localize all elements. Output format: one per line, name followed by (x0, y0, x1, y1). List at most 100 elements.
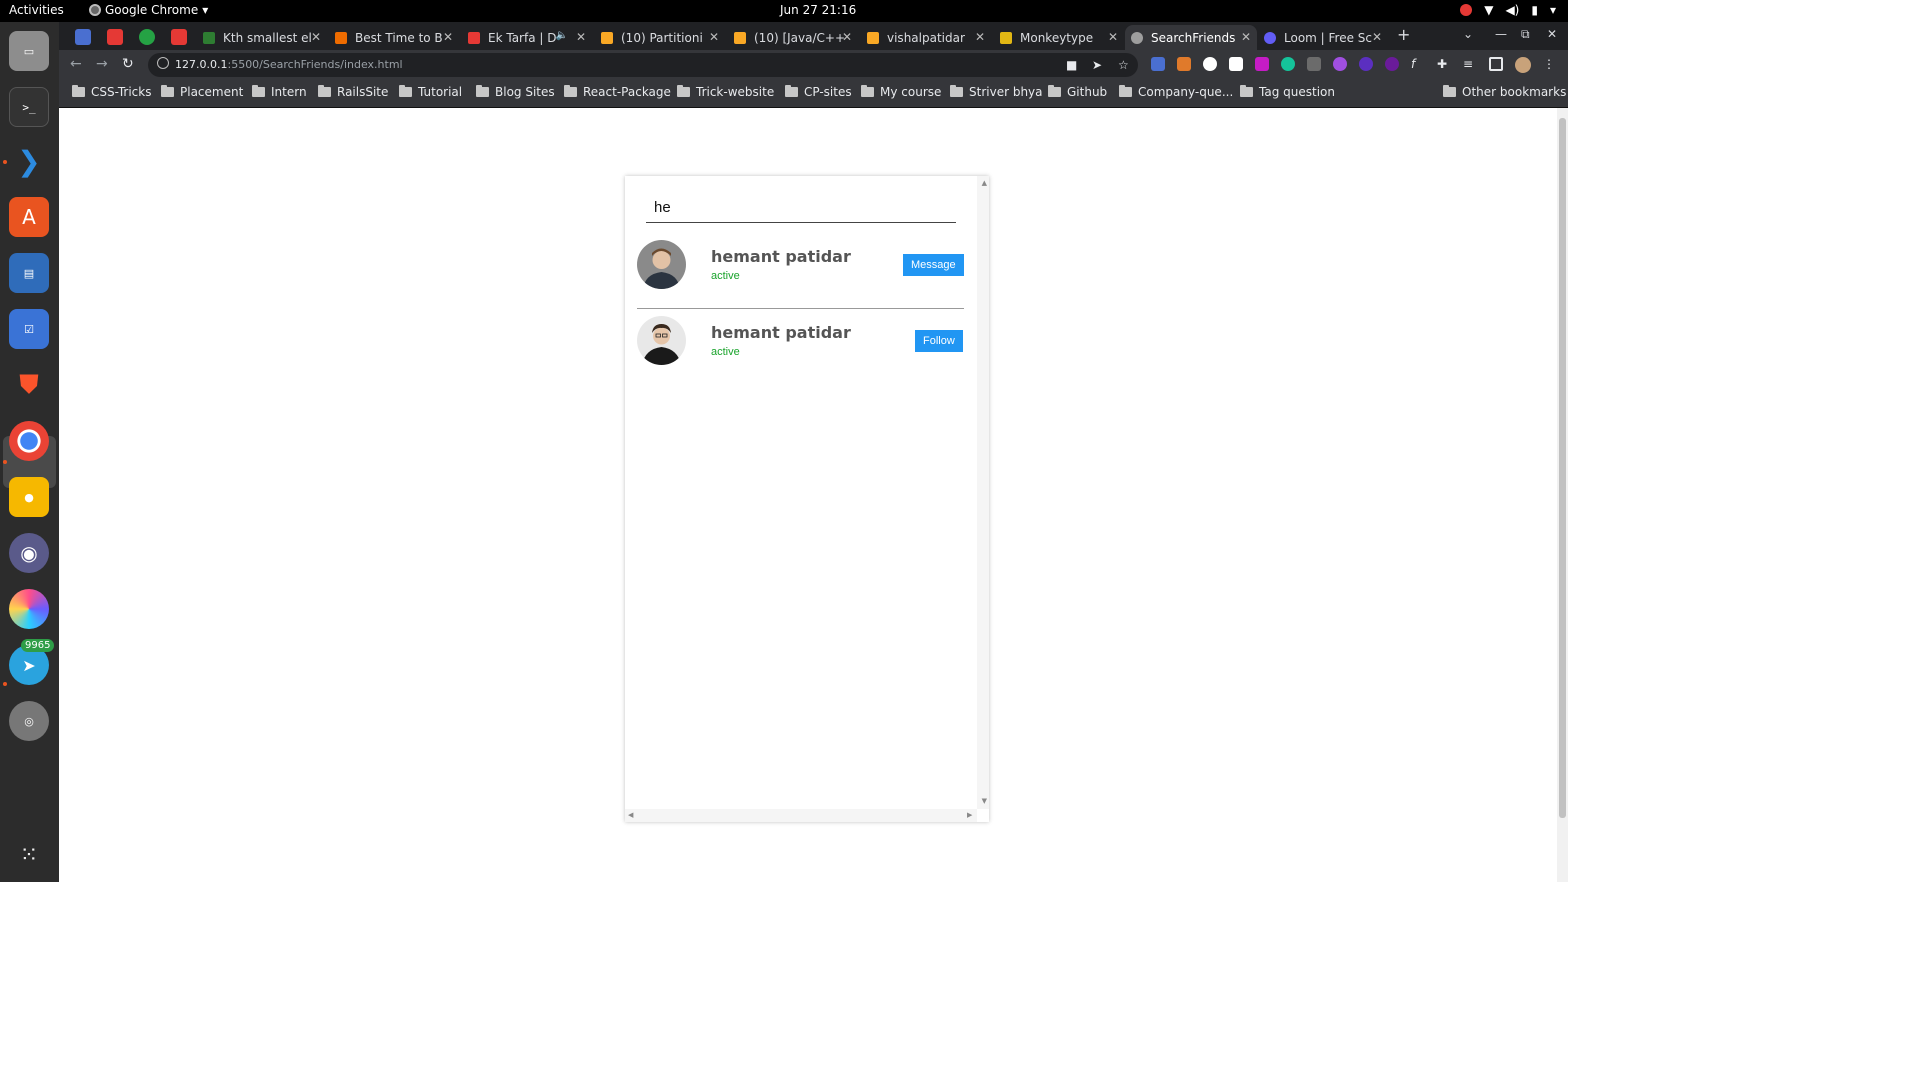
activities-button[interactable]: Activities (9, 3, 64, 17)
tab-java-cpp[interactable]: (10) [Java/C++ ✕ (728, 25, 858, 50)
new-tab-plus-icon[interactable]: + (1397, 25, 1410, 44)
other-bookmarks[interactable]: Other bookmarks (1443, 85, 1566, 99)
bookmark-blog-sites[interactable]: Blog Sites (476, 85, 555, 99)
page-scrollbar[interactable] (1557, 108, 1568, 882)
app-menu[interactable]: Google Chrome ▾ (89, 3, 208, 17)
search-input[interactable] (646, 192, 956, 223)
card-vertical-scrollbar[interactable] (977, 176, 989, 809)
close-icon[interactable]: ✕ (1372, 30, 1382, 44)
purple-extension-icon[interactable] (1359, 57, 1373, 71)
bookmark-css-tricks[interactable]: CSS-Tricks (72, 85, 151, 99)
url-text[interactable]: 127.0.0.1:5500/SearchFriends/index.html (175, 58, 403, 71)
extensions-puzzle-icon[interactable]: ✚ (1437, 57, 1451, 71)
minimize-icon[interactable]: — (1495, 27, 1507, 41)
system-tray[interactable]: ▼ ◀) ▮ ▾ (1460, 3, 1556, 17)
wappalyzer-extension-icon[interactable] (1203, 57, 1217, 71)
chrome-icon[interactable] (9, 421, 49, 461)
show-apps-grid-icon[interactable]: ⁙ (9, 835, 49, 875)
address-bar[interactable]: 127.0.0.1:5500/SearchFriends/index.html … (148, 53, 1138, 77)
tab-search-chevron-icon[interactable]: ⌄ (1463, 27, 1473, 41)
profile-avatar[interactable] (1515, 57, 1531, 73)
restore-icon[interactable]: ⧉ (1521, 27, 1530, 42)
grammarly-extension-icon[interactable] (1281, 57, 1295, 71)
metamask-extension-icon[interactable] (1177, 57, 1191, 71)
close-icon[interactable]: ✕ (1241, 30, 1251, 44)
kebab-menu-icon[interactable]: ⋮ (1543, 57, 1557, 71)
clock[interactable]: Jun 27 21:16 (780, 3, 856, 17)
scroll-left-icon[interactable]: ◀ (628, 811, 633, 819)
bookmark-tutorial[interactable]: Tutorial (399, 85, 462, 99)
bookmark-intern[interactable]: Intern (252, 85, 307, 99)
close-icon[interactable]: ✕ (709, 30, 719, 44)
bookmark-trick-website[interactable]: Trick-website (677, 85, 774, 99)
close-window-icon[interactable]: ✕ (1547, 27, 1557, 41)
message-button[interactable]: Message (903, 254, 964, 276)
bookmark-company-questions[interactable]: Company-que... (1119, 85, 1233, 99)
files-icon[interactable]: ▭ (9, 31, 49, 71)
tasks-icon[interactable]: ☑ (9, 309, 49, 349)
bookmark-tag-question[interactable]: Tag question (1240, 85, 1335, 99)
tab-kth-smallest[interactable]: Kth smallest el ✕ (197, 25, 327, 50)
wifi-icon[interactable]: ▼ (1484, 3, 1493, 17)
bookmark-my-course[interactable]: My course (861, 85, 941, 99)
send-tab-icon[interactable]: ➤ (1092, 58, 1102, 72)
vscode-icon[interactable]: ❯ (9, 141, 49, 181)
battery-icon[interactable]: ▮ (1531, 3, 1538, 17)
bookmark-railssite[interactable]: RailsSite (318, 85, 388, 99)
notes-icon[interactable]: ● (9, 477, 49, 517)
tab-vishalpatidar[interactable]: vishalpatidar ✕ (861, 25, 991, 50)
github-icon[interactable]: ◉ (9, 533, 49, 573)
t-extension-icon[interactable] (1255, 57, 1269, 71)
close-icon[interactable]: ✕ (842, 30, 852, 44)
scrollbar-thumb[interactable] (1559, 118, 1566, 818)
screenshot-extension-icon[interactable] (1307, 57, 1321, 71)
bookmark-placement[interactable]: Placement (161, 85, 243, 99)
back-arrow-icon[interactable]: ← (70, 56, 82, 72)
terminal-icon[interactable]: >_ (9, 87, 49, 127)
bookmark-github[interactable]: Github (1048, 85, 1107, 99)
brave-icon[interactable]: ⛊ (9, 365, 49, 405)
b-extension-icon[interactable] (1229, 57, 1243, 71)
tab-partition[interactable]: (10) Partitioni ✕ (595, 25, 725, 50)
youtube-pinned-tab-icon[interactable] (171, 29, 187, 45)
notification-icon[interactable] (1460, 4, 1473, 16)
side-panel-icon[interactable] (1489, 57, 1503, 71)
scroll-up-icon[interactable]: ▲ (982, 179, 987, 187)
software-store-icon[interactable]: A (9, 197, 49, 237)
camera-blocked-icon[interactable]: ■ (1066, 58, 1077, 72)
close-icon[interactable]: ✕ (1108, 30, 1118, 44)
site-info-icon[interactable] (157, 57, 169, 69)
reading-list-icon[interactable]: ≡ (1463, 57, 1477, 71)
bookmark-react-package[interactable]: React-Package (564, 85, 671, 99)
writer-icon[interactable]: ▤ (9, 253, 49, 293)
download-extension-icon[interactable] (1385, 57, 1399, 71)
close-icon[interactable]: ✕ (576, 30, 586, 44)
close-icon[interactable]: ✕ (975, 30, 985, 44)
tab-loom[interactable]: Loom | Free Sc ✕ (1258, 25, 1388, 50)
tab-ek-tarfa[interactable]: Ek Tarfa | D 🔈 ✕ (462, 25, 592, 50)
tab-searchfriends[interactable]: SearchFriends ✕ (1125, 25, 1257, 50)
tab-best-time[interactable]: Best Time to B ✕ (329, 25, 459, 50)
bookmark-star-icon[interactable]: ☆ (1118, 58, 1129, 72)
google-translate-pinned-tab-icon[interactable] (75, 29, 91, 45)
volume-icon[interactable]: ◀) (1505, 3, 1519, 17)
color-extension-icon[interactable] (1333, 57, 1347, 71)
translate-extension-icon[interactable] (1151, 57, 1165, 71)
card-horizontal-scrollbar[interactable] (625, 809, 977, 822)
youtube-pinned-tab-icon[interactable] (107, 29, 123, 45)
power-menu-icon[interactable]: ▾ (1550, 3, 1556, 17)
tab-monkeytype[interactable]: Monkeytype ✕ (994, 25, 1124, 50)
reload-icon[interactable]: ↻ (122, 56, 134, 72)
scroll-down-icon[interactable]: ▼ (982, 797, 987, 805)
close-icon[interactable]: ✕ (443, 30, 453, 44)
whatsapp-pinned-tab-icon[interactable] (139, 29, 155, 45)
color-app-icon[interactable] (9, 589, 49, 629)
forward-arrow-icon[interactable]: → (96, 56, 108, 72)
scroll-right-icon[interactable]: ▶ (967, 811, 972, 819)
close-icon[interactable]: ✕ (311, 30, 321, 44)
formula-extension-icon[interactable]: f (1411, 57, 1425, 71)
bookmark-cp-sites[interactable]: CP-sites (785, 85, 852, 99)
audio-playing-icon[interactable]: 🔈 (556, 30, 568, 41)
bookmark-striver-bhya[interactable]: Striver bhya (950, 85, 1043, 99)
follow-button[interactable]: Follow (915, 330, 963, 352)
